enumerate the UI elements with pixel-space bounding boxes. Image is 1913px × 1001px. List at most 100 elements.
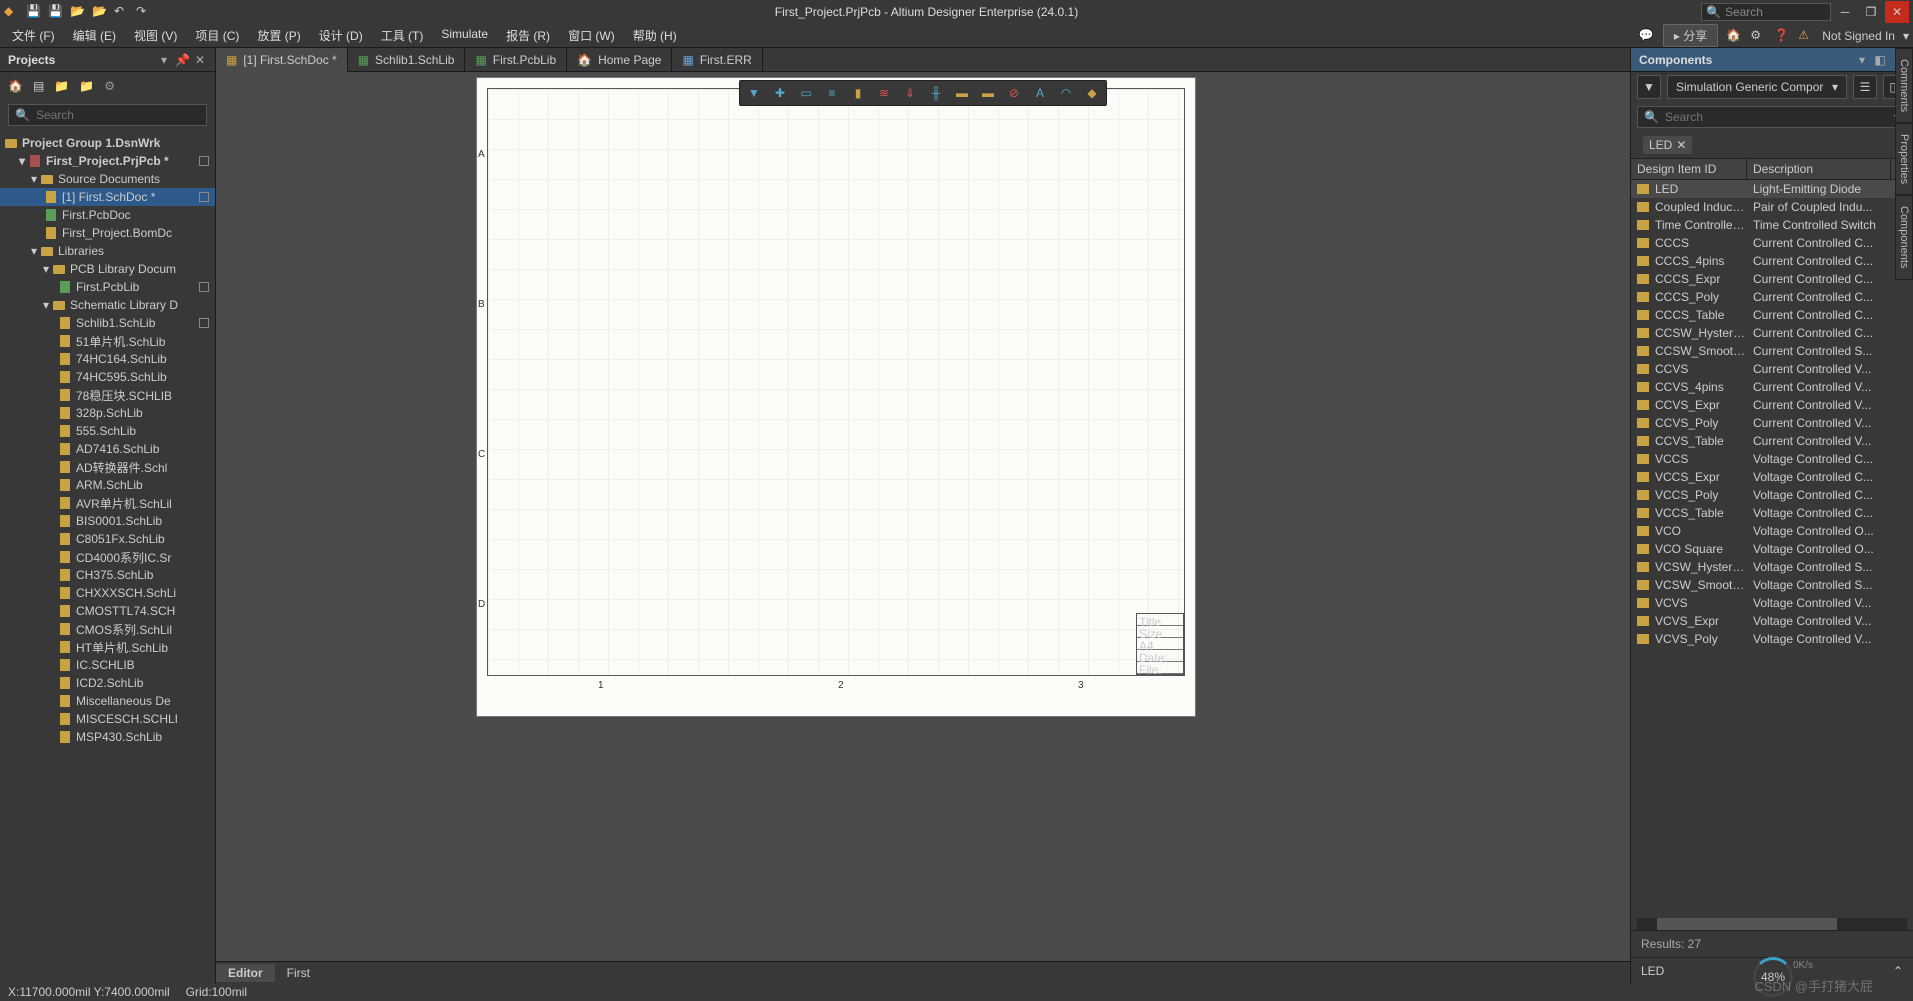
tree-node[interactable]: 328p.SchLib	[0, 404, 215, 422]
tree-node[interactable]: CD4000系列IC.Sr	[0, 548, 215, 566]
tree-node[interactable]: MSP430.SchLib	[0, 728, 215, 746]
component-row[interactable]: CCCS_TableCurrent Controlled C...	[1631, 306, 1913, 324]
tree-node[interactable]: First_Project.BomDc	[0, 224, 215, 242]
note-icon[interactable]: ▮	[850, 85, 866, 101]
col-desc[interactable]: Description	[1747, 159, 1891, 179]
component-row[interactable]: CCCS_ExprCurrent Controlled C...	[1631, 270, 1913, 288]
component-row[interactable]: CCSW_HysteresisCurrent Controlled C...	[1631, 324, 1913, 342]
panel-pin-icon[interactable]: 📌	[175, 53, 189, 67]
tree-node[interactable]: MISCESCH.SCHLI	[0, 710, 215, 728]
tree-node[interactable]: First.PcbDoc	[0, 206, 215, 224]
tab-first[interactable]: First	[275, 964, 322, 982]
tree-node[interactable]: ICD2.SchLib	[0, 674, 215, 692]
move-icon[interactable]: ✚	[772, 85, 788, 101]
panel-menu-icon[interactable]: ▾	[157, 53, 171, 67]
tree-node[interactable]: CMOSTTL74.SCH	[0, 602, 215, 620]
tree-node[interactable]: AD转换器件.Schl	[0, 458, 215, 476]
tree-node[interactable]: ▾First_Project.PrjPcb *	[0, 152, 215, 170]
components-list[interactable]: LEDLight-Emitting DiodeCoupled Inductors…	[1631, 180, 1913, 918]
menu-item[interactable]: 放置 (P)	[249, 25, 308, 46]
tree-node[interactable]: BIS0001.SchLib	[0, 512, 215, 530]
projects-search-input[interactable]	[36, 108, 200, 122]
col-id[interactable]: Design Item ID	[1631, 159, 1747, 179]
tree-node[interactable]: 78稳压块.SCHLIB	[0, 386, 215, 404]
folder2-icon[interactable]: 📁	[79, 79, 94, 93]
component-row[interactable]: CCVS_TableCurrent Controlled V...	[1631, 432, 1913, 450]
gear-icon[interactable]: ⚙	[104, 79, 115, 93]
tree-node[interactable]: First.PcbLib	[0, 278, 215, 296]
tree-node[interactable]: CMOS系列.SchLil	[0, 620, 215, 638]
menu-item[interactable]: 项目 (C)	[187, 25, 247, 46]
document-tab[interactable]: ▦First.PcbLib	[465, 48, 567, 72]
component-row[interactable]: CCVSCurrent Controlled V...	[1631, 360, 1913, 378]
vtab-properties[interactable]: Properties	[1895, 123, 1913, 195]
document-tab[interactable]: ▦[1] First.SchDoc *	[216, 48, 348, 72]
net-icon[interactable]: ╫	[928, 85, 944, 101]
menu-item[interactable]: 窗口 (W)	[560, 25, 623, 46]
sheet-icon[interactable]: ▬	[980, 85, 996, 101]
component-row[interactable]: VCVS_ExprVoltage Controlled V...	[1631, 612, 1913, 630]
tree-node[interactable]: HT单片机.SchLib	[0, 638, 215, 656]
filter-button[interactable]: ▼	[1637, 75, 1661, 99]
tree-node[interactable]: 74HC164.SchLib	[0, 350, 215, 368]
gear-icon[interactable]: ⚙	[1750, 28, 1766, 44]
component-row[interactable]: CCVS_ExprCurrent Controlled V...	[1631, 396, 1913, 414]
panel-menu-icon[interactable]: ▾	[1855, 53, 1869, 67]
tree-node[interactable]: CHXXXSCH.SchLi	[0, 584, 215, 602]
component-row[interactable]: CCSW_Smooth_T...Current Controlled S...	[1631, 342, 1913, 360]
tree-node[interactable]: IC.SCHLIB	[0, 656, 215, 674]
panel-close-icon[interactable]: ✕	[193, 53, 207, 67]
tree-node[interactable]: Schlib1.SchLib	[0, 314, 215, 332]
signin-chevron-icon[interactable]: ▾	[1903, 29, 1909, 43]
undo-icon[interactable]: ↶	[114, 4, 130, 20]
component-row[interactable]: VCO SquareVoltage Controlled O...	[1631, 540, 1913, 558]
component-row[interactable]: CCCS_4pinsCurrent Controlled C...	[1631, 252, 1913, 270]
twist-icon[interactable]: ▾	[40, 298, 52, 312]
components-search[interactable]: 🔍 ▾	[1637, 106, 1907, 128]
tab-editor[interactable]: Editor	[216, 964, 275, 982]
open2-icon[interactable]: 📂	[92, 4, 108, 20]
twist-icon[interactable]: ▾	[28, 244, 40, 258]
tree-node[interactable]: 51单片机.SchLib	[0, 332, 215, 350]
schematic-canvas[interactable]: A B C D 1 2 3 Title Size A4 Date: File:	[216, 72, 1630, 961]
twist-icon[interactable]: ▾	[16, 154, 28, 168]
components-search-input[interactable]	[1665, 110, 1888, 124]
tree-node[interactable]: ▾Schematic Library D	[0, 296, 215, 314]
panel-pin-icon[interactable]: ◧	[1873, 53, 1887, 67]
component-row[interactable]: VCVS_PolyVoltage Controlled V...	[1631, 630, 1913, 648]
maximize-button[interactable]: ❐	[1859, 1, 1883, 23]
share-button[interactable]: ▸ 分享	[1663, 24, 1718, 47]
signin-label[interactable]: Not Signed In	[1822, 29, 1895, 43]
select-icon[interactable]: ▭	[798, 85, 814, 101]
component-row[interactable]: VCCS_ExprVoltage Controlled C...	[1631, 468, 1913, 486]
category-select[interactable]: Simulation Generic Compor ▾	[1667, 75, 1847, 99]
component-row[interactable]: CCVS_PolyCurrent Controlled V...	[1631, 414, 1913, 432]
menu-item[interactable]: 工具 (T)	[373, 25, 432, 46]
home-icon[interactable]: 🏠	[1726, 28, 1742, 44]
open-icon[interactable]: 📂	[70, 4, 86, 20]
folder-icon[interactable]: 📁	[54, 79, 69, 93]
tree-node[interactable]: C8051Fx.SchLib	[0, 530, 215, 548]
component-row[interactable]: VCCSVoltage Controlled C...	[1631, 450, 1913, 468]
noerc-icon[interactable]: ⊘	[1006, 85, 1022, 101]
component-row[interactable]: VCOVoltage Controlled O...	[1631, 522, 1913, 540]
close-icon[interactable]: ✕	[1676, 138, 1686, 152]
component-row[interactable]: Coupled InductorsPair of Coupled Indu...	[1631, 198, 1913, 216]
doc-icon[interactable]: ▤	[33, 79, 44, 93]
menu-item[interactable]: 视图 (V)	[126, 25, 185, 46]
component-row[interactable]: VCSW_HysteresisVoltage Controlled S...	[1631, 558, 1913, 576]
global-search[interactable]: 🔍 Search	[1701, 3, 1831, 21]
menu-item[interactable]: 编辑 (E)	[65, 25, 124, 46]
twist-icon[interactable]: ▾	[28, 172, 40, 186]
save-all-icon[interactable]: 💾	[48, 4, 64, 20]
filter-icon[interactable]: ▼	[746, 85, 762, 101]
tree-node[interactable]: 74HC595.SchLib	[0, 368, 215, 386]
menu-item[interactable]: Simulate	[433, 25, 496, 46]
port-icon[interactable]: ▬	[954, 85, 970, 101]
list-view-icon[interactable]: ☰	[1853, 75, 1877, 99]
component-row[interactable]: CCCS_PolyCurrent Controlled C...	[1631, 288, 1913, 306]
menu-item[interactable]: 文件 (F)	[4, 25, 63, 46]
arc-icon[interactable]: ◠	[1058, 85, 1074, 101]
vtab-comments[interactable]: Comments	[1895, 48, 1913, 123]
tree-node[interactable]: AD7416.SchLib	[0, 440, 215, 458]
